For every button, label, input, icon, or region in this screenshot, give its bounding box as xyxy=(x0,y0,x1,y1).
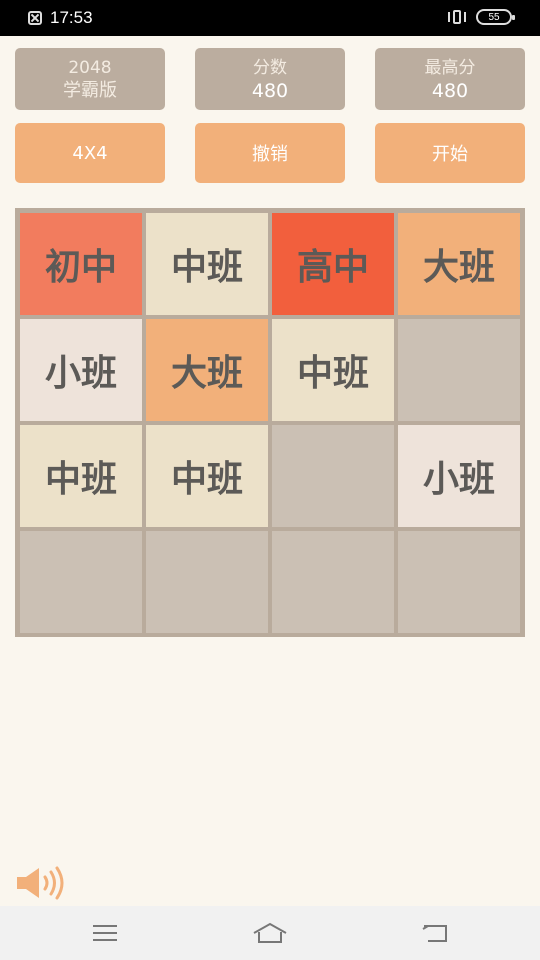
tile: 大班 xyxy=(398,213,520,315)
empty-cell xyxy=(20,531,142,633)
tile: 小班 xyxy=(398,425,520,527)
tile: 中班 xyxy=(146,213,268,315)
score-value: 480 xyxy=(251,80,289,102)
back-icon[interactable] xyxy=(414,918,454,948)
status-time: 17:53 xyxy=(50,8,93,27)
grid-size-button[interactable]: 4X4 xyxy=(15,123,165,183)
score-box: 分数 480 xyxy=(195,48,345,110)
best-score-value: 480 xyxy=(431,80,469,102)
home-icon[interactable] xyxy=(250,918,290,948)
status-right: 55 xyxy=(448,9,515,25)
status-bar: 17:53 55 xyxy=(0,0,540,36)
empty-cell xyxy=(398,531,520,633)
empty-cell xyxy=(398,319,520,421)
menu-icon[interactable] xyxy=(85,918,125,948)
tile: 小班 xyxy=(20,319,142,421)
battery-icon: 55 xyxy=(476,9,515,25)
best-score-label: 最高分 xyxy=(424,58,476,78)
start-button[interactable]: 开始 xyxy=(375,123,525,183)
speaker-icon[interactable] xyxy=(15,866,67,900)
tile: 高中 xyxy=(272,213,394,315)
empty-cell xyxy=(146,531,268,633)
best-score-box: 最高分 480 xyxy=(375,48,525,110)
tile: 初中 xyxy=(20,213,142,315)
tile: 中班 xyxy=(20,425,142,527)
tile: 中班 xyxy=(146,425,268,527)
brand-title: 2048 xyxy=(68,58,112,78)
notification-close-icon xyxy=(28,11,42,25)
brand-subtitle: 学霸版 xyxy=(63,80,117,101)
vibrate-icon xyxy=(448,9,466,25)
game-board[interactable]: 初中 中班 高中 大班 小班 大班 中班 中班 中班 小班 xyxy=(15,208,525,637)
empty-cell xyxy=(272,425,394,527)
empty-cell xyxy=(272,531,394,633)
tile: 大班 xyxy=(146,319,268,421)
undo-button[interactable]: 撤销 xyxy=(195,123,345,183)
brand-box: 2048 学霸版 xyxy=(15,48,165,110)
score-label: 分数 xyxy=(253,58,287,78)
status-left: 17:53 xyxy=(28,8,93,28)
tile: 中班 xyxy=(272,319,394,421)
navigation-bar xyxy=(0,906,540,960)
